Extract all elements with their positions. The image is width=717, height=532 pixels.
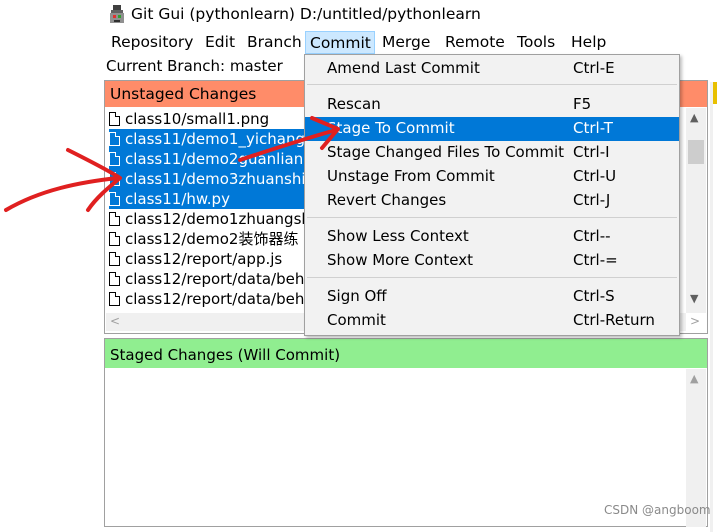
file-row[interactable]: class12/report/data/beh: [109, 269, 305, 289]
menu-item-label: Sign Off: [327, 287, 387, 305]
menu-edit[interactable]: Edit: [201, 31, 239, 54]
menu-item-shortcut: Ctrl-=: [573, 251, 618, 269]
git-gui-icon: [110, 5, 124, 23]
menu-separator: [307, 217, 677, 218]
file-icon: [109, 132, 120, 146]
file-name: class12/report/data/beh: [125, 290, 305, 308]
menu-item-label: Rescan: [327, 95, 381, 113]
file-name: class11/demo1_yichang: [125, 130, 305, 148]
file-name: class12/report/app.js: [125, 250, 283, 268]
menu-separator: [307, 84, 677, 85]
menu-item-shortcut: Ctrl-I: [573, 143, 610, 161]
menu-item-shortcut: F5: [573, 95, 592, 113]
file-icon: [109, 272, 120, 286]
menu-branch[interactable]: Branch: [243, 31, 306, 54]
menu-item-shortcut: Ctrl-S: [573, 287, 615, 305]
staged-title: Staged Changes (Will Commit): [110, 346, 341, 364]
file-row[interactable]: class12/report/data/beh: [109, 289, 305, 309]
file-row[interactable]: class12/report/app.js: [109, 249, 305, 269]
menu-item-shortcut: Ctrl-E: [573, 59, 615, 77]
left-arrow-stroke: [4, 176, 120, 212]
menu-item-shortcut: Ctrl-T: [573, 119, 613, 137]
file-row[interactable]: class11/demo3zhuanshi: [109, 169, 305, 189]
menu-item-shortcut: Ctrl-U: [573, 167, 617, 185]
menu-tools[interactable]: Tools: [513, 31, 559, 54]
menu-item-label: Show Less Context: [327, 227, 469, 245]
unstaged-title: Unstaged Changes: [110, 85, 257, 103]
menu-item-label: Show More Context: [327, 251, 473, 269]
file-icon: [109, 172, 120, 186]
menu-item-label: Stage To Commit: [327, 119, 455, 137]
file-row[interactable]: class12/demo2装饰器练: [109, 229, 305, 249]
menu-merge[interactable]: Merge: [378, 31, 434, 54]
file-icon: [109, 152, 120, 166]
file-row[interactable]: class11/hw.py: [109, 189, 305, 209]
menu-item-shortcut: Ctrl-Return: [573, 311, 655, 329]
file-name: class12/demo1zhuangsh: [125, 210, 305, 228]
file-icon: [109, 252, 120, 266]
scroll-up-icon[interactable]: ▲: [690, 372, 698, 385]
file-row[interactable]: class10/small1.png: [109, 109, 305, 129]
menu-item-label: Stage Changed Files To Commit: [327, 143, 564, 161]
file-icon: [109, 192, 120, 206]
file-name: class11/demo3zhuanshi: [125, 170, 305, 188]
menu-remote[interactable]: Remote: [441, 31, 509, 54]
menu-commit[interactable]: Commit: [305, 31, 375, 54]
file-name: class11/hw.py: [125, 190, 230, 208]
file-row[interactable]: class11/demo1_yichang: [109, 129, 305, 149]
right-edge-marker: [713, 82, 717, 104]
file-icon: [109, 232, 120, 246]
file-icon: [109, 292, 120, 306]
unstaged-scroll-thumb[interactable]: [688, 140, 704, 164]
menu-item-label: Revert Changes: [327, 191, 447, 209]
file-icon: [109, 112, 120, 126]
unstaged-vertical-scrollbar[interactable]: [686, 108, 706, 313]
file-name: class11/demo2guanlian: [125, 150, 304, 168]
right-edge: [710, 82, 713, 532]
scroll-down-icon[interactable]: ▼: [690, 292, 698, 305]
menu-item-shortcut: Ctrl-J: [573, 191, 611, 209]
file-name: class12/demo2装饰器练: [125, 230, 299, 248]
menu-item-label: Unstage From Commit: [327, 167, 495, 185]
file-name: class10/small1.png: [125, 110, 270, 128]
window-title: Git Gui (pythonlearn) D:/untitled/python…: [131, 5, 481, 23]
scroll-right-icon[interactable]: >: [690, 314, 700, 328]
menu-help[interactable]: Help: [567, 31, 610, 54]
watermark: CSDN @angboom: [604, 503, 711, 517]
menu-repository[interactable]: Repository: [107, 31, 197, 54]
file-row[interactable]: class11/demo2guanlian: [109, 149, 305, 169]
current-branch-label: Current Branch: master: [106, 57, 283, 75]
file-row[interactable]: class12/demo1zhuangsh: [109, 209, 305, 229]
scroll-up-icon[interactable]: ▲: [690, 111, 698, 124]
scroll-left-icon[interactable]: <: [110, 314, 120, 328]
file-icon: [109, 212, 120, 226]
menu-item-label: Amend Last Commit: [327, 59, 480, 77]
file-name: class12/report/data/beh: [125, 270, 305, 288]
menu-separator: [307, 277, 677, 278]
menu-item-label: Commit: [327, 311, 386, 329]
menu-item-shortcut: Ctrl--: [573, 227, 611, 245]
